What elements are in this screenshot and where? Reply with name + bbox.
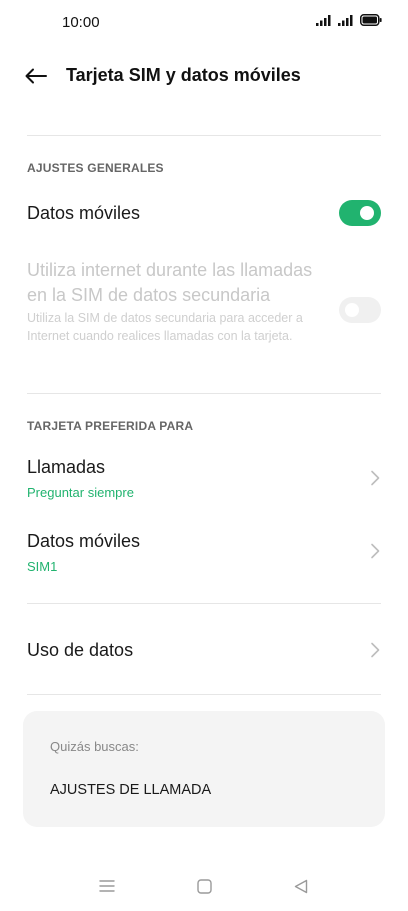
status-time: 10:00 <box>62 14 100 31</box>
secondary-sim-title: Utiliza internet durante las llamadas en… <box>27 260 313 305</box>
calls-row[interactable] <box>0 446 408 510</box>
chevron-right-icon <box>371 543 380 559</box>
divider <box>27 135 381 136</box>
page-title: Tarjeta SIM y datos móviles <box>66 65 301 85</box>
divider <box>27 603 381 604</box>
calls-label: Llamadas <box>27 457 106 477</box>
app-bar: Tarjeta SIM y datos móviles <box>0 50 408 102</box>
section-header-general: AJUSTES GENERALES <box>27 161 164 175</box>
preferred-data-label: Datos móviles <box>27 531 141 551</box>
arrow-left-icon <box>25 68 47 84</box>
divider <box>27 393 381 394</box>
preferred-data-value: SIM1 <box>27 559 58 574</box>
back-triangle-icon <box>294 879 308 893</box>
data-usage-label: Uso de datos <box>27 640 134 660</box>
home-square-icon <box>196 878 212 894</box>
chevron-right-icon <box>371 642 380 658</box>
menu-icon <box>99 880 115 892</box>
suggestions-label: Quizás buscas: <box>50 739 139 754</box>
mobile-data-label: Datos móviles <box>27 203 141 223</box>
secondary-sim-description: Utiliza la SIM de datos secundaria para … <box>27 311 303 343</box>
suggestion-call-settings[interactable]: AJUSTES DE LLAMADA <box>50 782 211 798</box>
back-nav-button[interactable] <box>291 876 311 896</box>
suggestions-card: Quizás buscas: AJUSTES DE LLAMADA <box>23 711 385 827</box>
wifi-signal-icon <box>316 15 331 26</box>
mobile-data-toggle[interactable] <box>339 200 381 226</box>
navigation-bar <box>0 866 408 906</box>
secondary-sim-toggle[interactable] <box>339 297 381 323</box>
chevron-right-icon <box>371 470 380 486</box>
back-button[interactable] <box>22 62 50 90</box>
status-icons <box>316 14 382 26</box>
home-button[interactable] <box>194 876 214 896</box>
section-header-preferred: TARJETA PREFERIDA PARA <box>27 419 194 433</box>
battery-icon <box>360 14 382 26</box>
preferred-data-row[interactable] <box>0 520 408 584</box>
toggle-knob <box>360 206 374 220</box>
toggle-knob <box>345 303 359 317</box>
calls-value: Preguntar siempre <box>27 485 134 500</box>
status-bar: 10:00 <box>0 0 408 44</box>
divider <box>27 694 381 695</box>
menu-button[interactable] <box>97 876 117 896</box>
cell-signal-icon <box>338 15 353 26</box>
